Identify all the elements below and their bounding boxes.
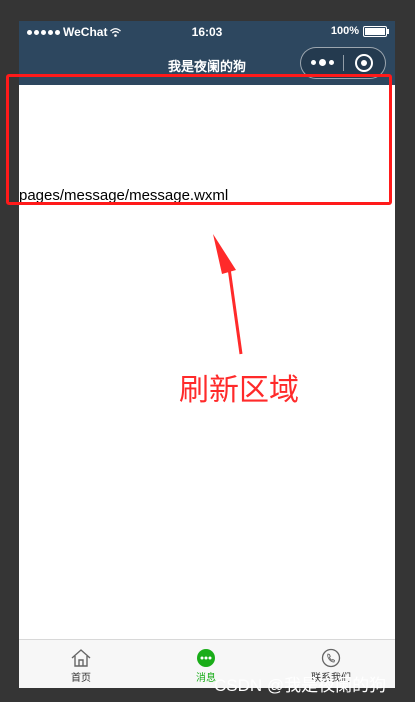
csdn-watermark: CSDN @我是夜阑的狗 xyxy=(214,676,387,695)
refresh-area-label: 刷新区域 xyxy=(179,373,299,408)
annotation-arrow-icon xyxy=(213,234,243,355)
